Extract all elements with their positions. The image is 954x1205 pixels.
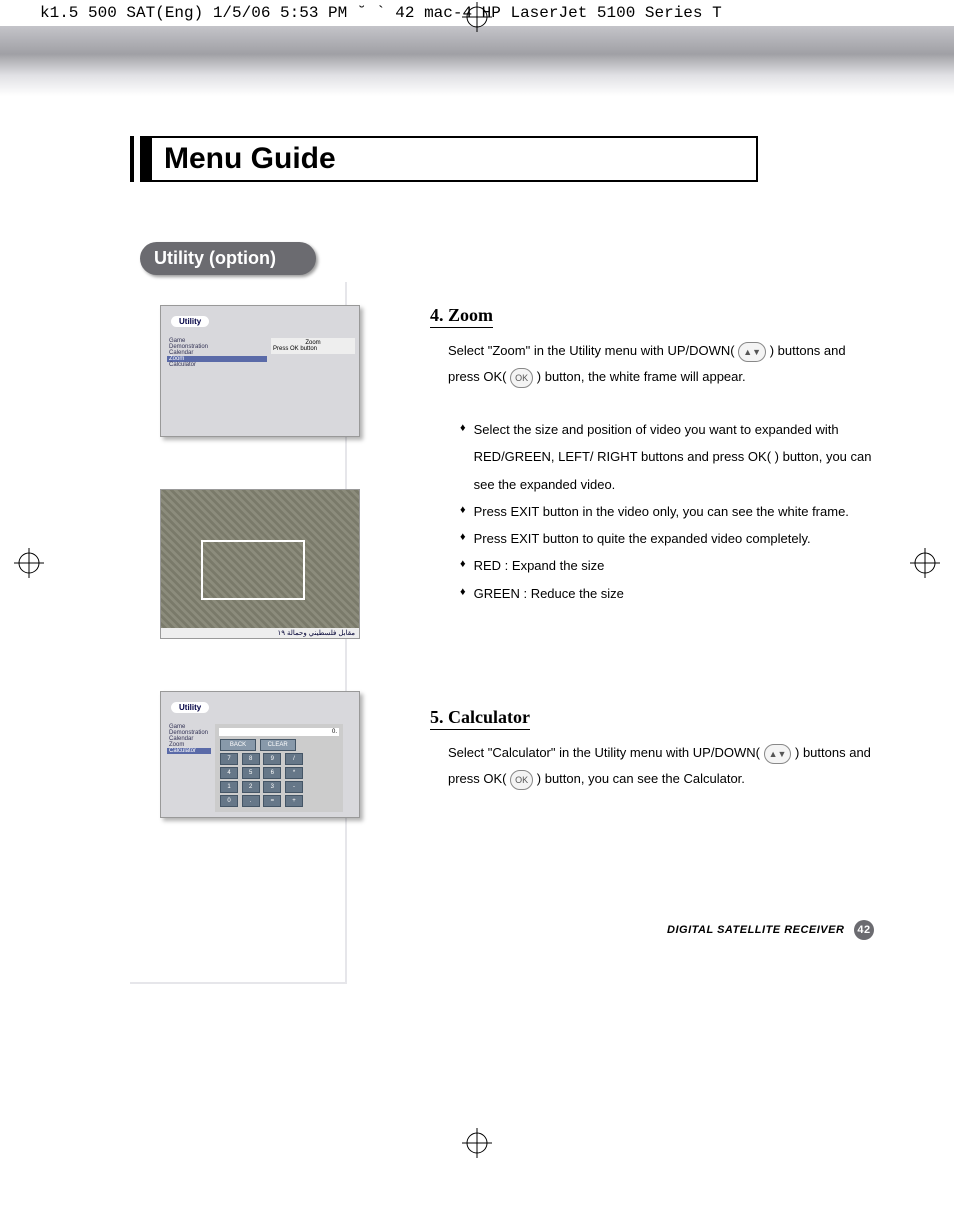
calc-key: * [285,767,303,779]
text: ) button, the white frame will appear. [537,369,746,384]
calc-key: - [285,781,303,793]
crop-mark-icon [462,1128,492,1158]
page-content: Menu Guide Utility (option) Utility Game… [0,96,954,870]
screenshot-menu-list: Game Demonstration Calendar Zoom Calcula… [167,338,267,368]
calc-key: 1 [220,781,238,793]
zoom-bullets: Select the size and position of video yo… [460,416,874,607]
calc-key: / [285,753,303,765]
calc-key: 3 [263,781,281,793]
text-column: 4. Zoom Select "Zoom" in the Utility men… [430,305,894,818]
page-footer: DIGITAL SATELLITE RECEIVER 42 [0,910,954,950]
section-subtitle: Utility (option) [140,242,316,275]
calc-key: 6 [263,767,281,779]
screenshot-column: Utility Game Demonstration Calendar Zoom… [130,305,390,870]
screenshot-menu-list: Game Demonstration Calendar Zoom Calcula… [167,724,211,754]
calc-key: 5 [242,767,260,779]
calc-key: 2 [242,781,260,793]
text: Press EXIT button to quite the expanded … [474,525,811,552]
print-job-header: k1.5 500 SAT(Eng) 1/5/06 5:53 PM ˘ ` 42 … [0,0,954,26]
bullet-item: RED : Expand the size [460,552,874,579]
calc-key: 9 [263,753,281,765]
text: Select "Calculator" in the Utility menu … [448,745,760,760]
screenshot-utility-label: Utility [171,316,209,327]
list-item-selected: Calculator [167,748,211,754]
text: ) button, you can see the Calculator. [537,771,745,786]
screenshot-zoom-video: مقابل فلسطيني وحمالة ١٩ [160,489,360,639]
bullet-item: Press EXIT button in the video only, you… [460,498,874,525]
text: Press EXIT button in the video only, you… [474,498,849,525]
calc-key: 7 [220,753,238,765]
chapter-title-bar: Menu Guide [140,136,758,182]
text: Select the size and position of video yo… [474,416,874,498]
panel-hint: Press OK button [273,346,353,352]
bullet-item: Press EXIT button to quite the expanded … [460,525,874,552]
calculator-heading: 5. Calculator [430,707,530,730]
screenshot-utility-label: Utility [171,702,209,713]
zoom-intro: Select "Zoom" in the Utility menu with U… [448,338,874,390]
list-item: Calculator [167,362,267,368]
text: Select "Zoom" in the Utility menu with U… [448,343,735,358]
text: GREEN : Reduce the size [474,580,624,607]
calc-key: = [263,795,281,807]
screenshot-zoom-panel: Zoom Press OK button [271,338,355,354]
calc-key: 4 [220,767,238,779]
calculator-intro: Select "Calculator" in the Utility menu … [448,740,874,792]
footer-text: DIGITAL SATELLITE RECEIVER [667,924,844,936]
zoom-heading: 4. Zoom [430,305,493,328]
updown-icon: ▲▼ [738,342,766,362]
calc-display: 0. [219,728,339,736]
calc-key: . [242,795,260,807]
calculator-panel: 0. BACK CLEAR 7 8 9 / 4 5 6 * 1 2 3 - 0 [215,724,343,812]
screenshot-utility-calculator: Utility Game Demonstration Calendar Zoom… [160,691,360,818]
calc-clear-button: CLEAR [260,739,296,751]
updown-icon: ▲▼ [764,744,792,764]
video-caption: مقابل فلسطيني وحمالة ١٩ [161,628,359,638]
ok-icon: OK [510,770,533,790]
screenshot-utility-zoom: Utility Game Demonstration Calendar Zoom… [160,305,360,437]
text: RED : Expand the size [474,552,605,579]
calc-key: 8 [242,753,260,765]
page-number: 42 [854,920,874,940]
bullet-item: Select the size and position of video yo… [460,416,874,498]
header-gradient [0,26,954,96]
calc-back-button: BACK [220,739,256,751]
calc-key: 0 [220,795,238,807]
ok-icon: OK [510,368,533,388]
calc-key: + [285,795,303,807]
chapter-title: Menu Guide [164,142,336,175]
bullet-item: GREEN : Reduce the size [460,580,874,607]
